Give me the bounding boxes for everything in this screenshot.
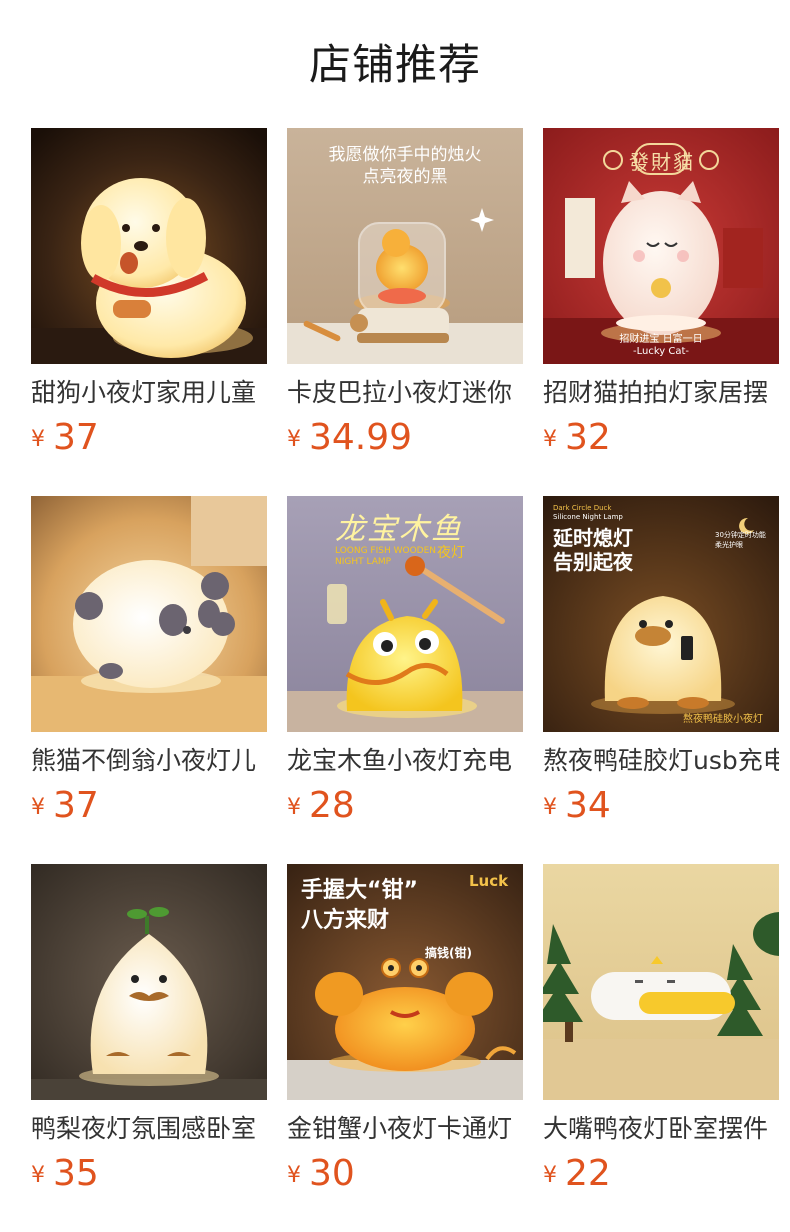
product-card[interactable]: 我愿做你手中的烛火 点亮夜的黑 卡皮巴拉小夜灯迷你 ¥34.99 (287, 128, 523, 458)
currency-symbol: ¥ (543, 1163, 557, 1188)
image-caption: 我愿做你手中的烛火 点亮夜的黑 (287, 144, 523, 188)
product-name[interactable]: 大嘴鸭夜灯卧室摆件 (543, 1112, 779, 1146)
image-caption-line: 30分钟定时功能 (715, 531, 766, 539)
image-caption-line: NIGHT LAMP (335, 557, 392, 567)
currency-symbol: ¥ (31, 795, 45, 820)
product-price: ¥32 (543, 416, 779, 460)
image-caption: 招财进宝 日富一日 -Lucky Cat- (543, 334, 779, 358)
product-name[interactable]: 熬夜鸭硅胶灯usb充电 (543, 744, 779, 778)
product-image-pear-lamp[interactable] (31, 864, 267, 1100)
image-caption-line: LOONG FISH WOODEN (335, 546, 437, 556)
product-card[interactable]: 甜狗小夜灯家用儿童 ¥37 (31, 128, 267, 458)
image-caption-line: 告别起夜 (553, 550, 633, 574)
product-price: ¥37 (31, 784, 267, 828)
image-caption: 搞钱(钳) (425, 946, 472, 960)
price-value: 34 (565, 785, 611, 826)
price-value: 22 (565, 1153, 611, 1194)
product-name[interactable]: 甜狗小夜灯家用儿童 (31, 376, 267, 410)
currency-symbol: ¥ (287, 795, 301, 820)
image-caption-line: 招财进宝 日富一日 (619, 334, 703, 345)
image-caption-line: 延时熄灯 (553, 526, 633, 550)
product-name[interactable]: 招财猫拍拍灯家居摆 (543, 376, 779, 410)
product-image-crab-lamp[interactable]: 手握大“钳” 八方来财 Luck 搞钱(钳) (287, 864, 523, 1100)
product-price: ¥37 (31, 416, 267, 460)
currency-symbol: ¥ (543, 795, 557, 820)
image-caption-line: 手握大“钳” (301, 878, 418, 903)
product-card[interactable]: 大嘴鸭夜灯卧室摆件 ¥22 (543, 864, 779, 1194)
product-name[interactable]: 金钳蟹小夜灯卡通灯 (287, 1112, 523, 1146)
currency-symbol: ¥ (287, 427, 301, 452)
image-caption: 延时熄灯 告别起夜 (553, 526, 633, 574)
product-image-lucky-cat-lamp[interactable]: 發財貓 招财进宝 日富一日 -Lucky Cat- (543, 128, 779, 364)
product-card[interactable]: 手握大“钳” 八方来财 Luck 搞钱(钳) 金钳蟹小夜灯卡通灯 ¥30 (287, 864, 523, 1194)
product-name[interactable]: 卡皮巴拉小夜灯迷你 (287, 376, 523, 410)
product-image-dog-lamp[interactable] (31, 128, 267, 364)
image-caption-line: Silicone Night Lamp (553, 513, 623, 521)
product-price: ¥30 (287, 1152, 523, 1196)
image-caption-line: 我愿做你手中的烛火 (328, 145, 482, 165)
price-value: 37 (53, 417, 99, 458)
product-name[interactable]: 龙宝木鱼小夜灯充电 (287, 744, 523, 778)
image-caption: 30分钟定时功能 柔光护眼 (715, 530, 766, 550)
image-caption-line: Dark Circle Duck (553, 504, 612, 512)
product-price: ¥35 (31, 1152, 267, 1196)
currency-symbol: ¥ (543, 427, 557, 452)
currency-symbol: ¥ (31, 427, 45, 452)
image-caption: Dark Circle Duck Silicone Night Lamp (553, 504, 623, 522)
currency-symbol: ¥ (287, 1163, 301, 1188)
product-card[interactable]: 發財貓 招财进宝 日富一日 -Lucky Cat- 招财猫拍拍灯家居摆 ¥32 (543, 128, 779, 458)
price-value: 35 (53, 1153, 99, 1194)
image-caption-line: 八方来财 (301, 908, 390, 933)
image-caption: 發財貓 (629, 146, 695, 175)
image-caption-char: 財 (651, 150, 673, 174)
image-caption: LOONG FISH WOODEN NIGHT LAMP (335, 546, 436, 568)
product-price: ¥22 (543, 1152, 779, 1196)
product-image-panda-lamp[interactable] (31, 496, 267, 732)
image-caption: 夜灯 (437, 545, 465, 561)
product-card[interactable]: 龙宝木鱼 LOONG FISH WOODEN NIGHT LAMP 夜灯 龙宝木… (287, 496, 523, 826)
product-card[interactable]: 熊猫不倒翁小夜灯儿 ¥37 (31, 496, 267, 826)
product-name[interactable]: 熊猫不倒翁小夜灯儿 (31, 744, 267, 778)
image-caption-char: 發 (629, 150, 651, 174)
image-caption-line: 点亮夜的黑 (362, 167, 448, 187)
page-title: 店铺推荐 (308, 40, 481, 89)
price-value: 32 (565, 417, 611, 458)
image-caption: 熬夜鸭硅胶小夜灯 (683, 714, 763, 725)
price-value: 28 (309, 785, 355, 826)
product-card[interactable]: Dark Circle Duck Silicone Night Lamp 延时熄… (543, 496, 779, 826)
image-caption-line: 柔光护眼 (715, 541, 743, 549)
product-name[interactable]: 鸭梨夜灯氛围感卧室 (31, 1112, 267, 1146)
product-card[interactable]: 鸭梨夜灯氛围感卧室 ¥35 (31, 864, 267, 1194)
product-image-duck-lamp[interactable]: Dark Circle Duck Silicone Night Lamp 延时熄… (543, 496, 779, 732)
image-caption-line: -Lucky Cat- (632, 346, 689, 357)
price-value: 34.99 (309, 417, 413, 458)
price-value: 30 (309, 1153, 355, 1194)
image-caption: Luck (469, 872, 509, 890)
price-value: 37 (53, 785, 99, 826)
product-price: ¥34.99 (287, 416, 523, 460)
product-image-big-mouth-duck-lamp[interactable] (543, 864, 779, 1100)
product-price: ¥34 (543, 784, 779, 828)
currency-symbol: ¥ (31, 1163, 45, 1188)
image-caption-char: 貓 (673, 150, 695, 174)
product-image-dragon-fish-lamp[interactable]: 龙宝木鱼 LOONG FISH WOODEN NIGHT LAMP 夜灯 (287, 496, 523, 732)
image-caption: 手握大“钳” 八方来财 (301, 876, 418, 936)
product-image-capybara-lamp[interactable]: 我愿做你手中的烛火 点亮夜的黑 (287, 128, 523, 364)
product-price: ¥28 (287, 784, 523, 828)
